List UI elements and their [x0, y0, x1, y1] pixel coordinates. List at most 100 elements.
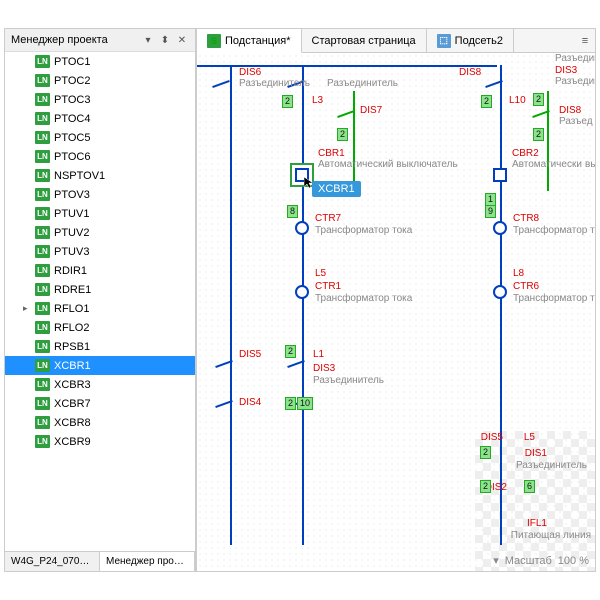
tree-item-ptuv1[interactable]: LNPTUV1: [5, 204, 195, 223]
tree-item-label: PTOC5: [54, 132, 90, 144]
ct-symbol: [493, 285, 507, 299]
terminal-tag: 2: [480, 480, 491, 493]
tree-item-rdir1[interactable]: LNRDIR1: [5, 261, 195, 280]
close-icon[interactable]: ✕: [175, 33, 189, 47]
ln-icon: LN: [35, 188, 50, 201]
tree-item-ptoc5[interactable]: LN PTOC5: [5, 128, 195, 147]
label: вы: [585, 159, 595, 170]
green-icon: S: [207, 34, 221, 48]
tab-стартоваястраница[interactable]: Стартовая страница: [302, 29, 427, 52]
tree-item-xcbr8[interactable]: LNXCBR8: [5, 413, 195, 432]
tree-item-label: PTOC1: [54, 56, 90, 68]
terminal-tag: 8: [287, 205, 298, 218]
tree-item-label: RPSB1: [54, 341, 90, 353]
terminal-tag: 2: [481, 95, 492, 108]
tree-item-xcbr7[interactable]: LNXCBR7: [5, 394, 195, 413]
label: DIS3: [313, 363, 335, 374]
tree-item-ptoc4[interactable]: LNPTOC4: [5, 109, 195, 128]
terminal-tag: 2: [285, 345, 296, 358]
tree-item-label: NSPTOV1: [54, 170, 105, 182]
label: CTR7: [315, 213, 341, 224]
label: DIS7: [360, 105, 382, 116]
bottom-tab-manager[interactable]: Менеджер проекта: [100, 552, 195, 571]
tree-item-rflo2[interactable]: LNRFLO2: [5, 318, 195, 337]
tree-item-rpsb1[interactable]: LNRPSB1: [5, 337, 195, 356]
tab-label: Подсеть2: [455, 35, 503, 47]
project-tree[interactable]: LNPTOC1LNPTOC2LNPTOC3LNPTOC4LNPTOC5LNPTO…: [5, 52, 195, 551]
label: Автоматически: [512, 159, 582, 170]
tree-item-label: XCBR9: [54, 436, 91, 448]
ln-icon: LN: [35, 55, 50, 68]
label: Разъед: [559, 116, 593, 127]
label: Разъединитель: [327, 78, 398, 89]
label: Трансформатор тока: [315, 293, 412, 304]
zoom-value: 100 %: [558, 555, 589, 567]
tree-item-label: PTOC6: [54, 151, 90, 163]
terminal-tag: 2: [533, 128, 544, 141]
ln-icon: LN: [35, 264, 50, 277]
tab-label: Подстанция*: [225, 35, 291, 47]
tree-item-label: PTOV3: [54, 189, 90, 201]
sidebar: Менеджер проекта ▾ ⬍ ✕ LNPTOC1LNPTOC2LNP…: [4, 28, 196, 572]
tree-item-xcbr3[interactable]: LNXCBR3: [5, 375, 195, 394]
wire: [547, 91, 549, 191]
tree-item-ptoc3[interactable]: LNPTOC3: [5, 90, 195, 109]
tree-item-label: PTOC4: [54, 113, 90, 125]
tab-подстанция[interactable]: S Подстанция*: [197, 29, 302, 53]
element-tooltip: XCBR1: [312, 181, 361, 197]
label: L5: [524, 432, 535, 443]
tree-item-rflo1[interactable]: ▸LNRFLO1: [5, 299, 195, 318]
label: Разъединитель: [516, 460, 587, 471]
label: Разъединитель: [555, 76, 595, 87]
tree-item-nsptov1[interactable]: LNNSPTOV1: [5, 166, 195, 185]
diagram-canvas[interactable]: XCBR1 DIS6 Разъединитель L3 2 Разъединит…: [197, 53, 595, 571]
sidebar-title: Менеджер проекта: [11, 34, 108, 46]
ln-icon: LN: [35, 207, 50, 220]
tree-item-ptuv3[interactable]: LNPTUV3: [5, 242, 195, 261]
ln-icon: LN: [35, 302, 50, 315]
terminal-tag: 9: [485, 205, 496, 218]
wire: [500, 65, 502, 545]
label: L8: [513, 268, 524, 279]
tab-menu-icon[interactable]: ≡: [575, 29, 595, 52]
label: Трансформатор то: [513, 293, 595, 304]
ln-icon: LN: [35, 321, 50, 334]
label: L3: [312, 95, 323, 106]
chevron-down-icon[interactable]: ▾: [493, 554, 499, 567]
tree-item-label: XCBR8: [54, 417, 91, 429]
expand-icon[interactable]: ▸: [23, 303, 33, 314]
label: Питающая линия: [511, 530, 591, 541]
label: L10: [509, 95, 526, 106]
dropdown-icon[interactable]: ▾: [141, 33, 155, 47]
tree-item-xcbr9[interactable]: LN XCBR9: [5, 432, 195, 451]
zoom-control[interactable]: ▾ Масштаб 100 %: [493, 554, 589, 567]
tree-item-label: XCBR7: [54, 398, 91, 410]
label: DIS8: [459, 67, 481, 78]
label: CTR6: [513, 281, 539, 292]
tree-item-ptoc1[interactable]: LN PTOC1: [5, 52, 195, 71]
ln-icon: LN: [35, 150, 50, 163]
tree-item-ptoc6[interactable]: LN PTOC6: [5, 147, 195, 166]
tree-item-xcbr1[interactable]: LNXCBR1: [5, 356, 195, 375]
bottom-tab-path[interactable]: W4G_P24_070LD/X...: [5, 552, 100, 571]
pin-icon[interactable]: ⬍: [158, 33, 172, 47]
label: Разъединитель: [239, 78, 310, 89]
tree-item-ptoc2[interactable]: LNPTOC2: [5, 71, 195, 90]
switch-symbol: [212, 80, 230, 88]
terminal-tag: 10: [297, 397, 313, 410]
breaker-symbol[interactable]: [493, 168, 507, 182]
tab-подсеть2[interactable]: ⬚Подсеть2: [427, 29, 514, 52]
tree-item-rdre1[interactable]: LNRDRE1: [5, 280, 195, 299]
ln-icon: LN: [35, 131, 50, 144]
label: DIS5: [239, 349, 261, 360]
tree-item-ptuv2[interactable]: LNPTUV2: [5, 223, 195, 242]
wire: [302, 65, 304, 545]
wire: [230, 65, 232, 545]
ln-icon: LN: [35, 283, 50, 296]
tree-item-label: PTOC2: [54, 75, 90, 87]
tree-item-ptov3[interactable]: LN PTOV3: [5, 185, 195, 204]
label: CBR1: [318, 148, 345, 159]
ln-icon: LN: [35, 435, 50, 448]
label: Автоматический выключатель: [318, 159, 458, 170]
label: DIS3: [555, 65, 577, 76]
